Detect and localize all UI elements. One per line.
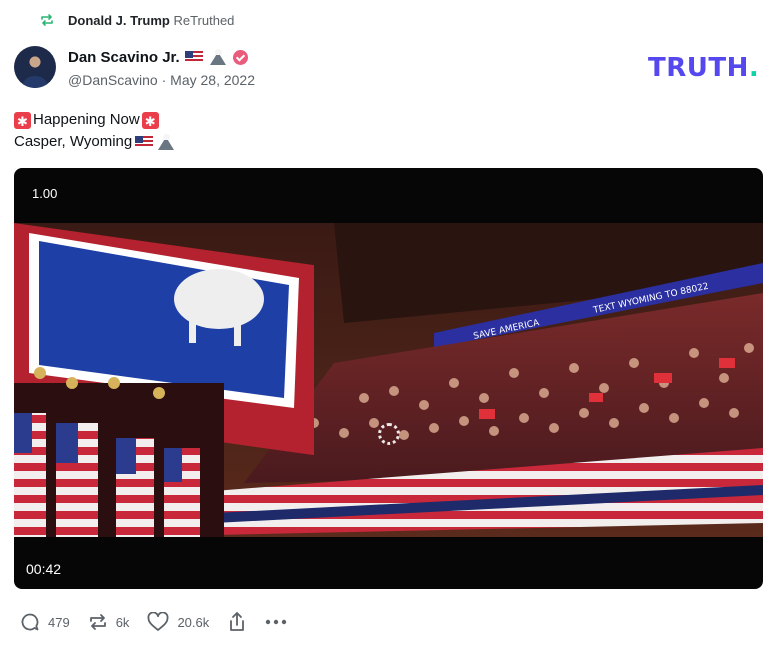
meta-separator: ·: [161, 72, 167, 88]
logo-dot: .: [748, 53, 760, 83]
retruth-text: Donald J. Trump ReTruthed: [68, 13, 234, 28]
truth-post: Donald J. Trump ReTruthed Dan Scavino Jr…: [0, 0, 777, 646]
us-flag-emoji: [184, 51, 203, 63]
post-line-1: Happening Now: [14, 109, 175, 133]
rally-scene-image: SAVE AMERICA TEXT WYOMING TO 88022: [14, 223, 763, 537]
avatar[interactable]: [14, 46, 56, 88]
verified-badge-icon: [232, 49, 248, 65]
post-line-1-text: Happening Now: [33, 111, 140, 128]
post-date[interactable]: May 28, 2022: [170, 72, 255, 88]
us-flag-emoji: [135, 136, 154, 148]
share-icon: [230, 612, 245, 631]
reply-button[interactable]: 479: [20, 612, 70, 632]
post-line-2-text: Casper, Wyoming: [14, 133, 133, 150]
retruth-user[interactable]: Donald J. Trump: [68, 13, 170, 28]
retruth-icon: [41, 14, 53, 26]
mountain-emoji: [209, 49, 227, 65]
siren-emoji: [141, 111, 159, 133]
retruth-count: 6k: [115, 614, 130, 630]
author-meta: @DanScavino · May 28, 2022: [68, 72, 255, 88]
retruth-icon: [89, 614, 106, 630]
video-duration: 00:42: [26, 561, 62, 577]
post-body: Happening Now Casper, Wyoming: [14, 109, 175, 153]
like-count: 20.6k: [177, 614, 210, 630]
more-button[interactable]: [265, 619, 287, 625]
retruth-button[interactable]: 6k: [88, 612, 130, 632]
mountain-emoji: [157, 134, 175, 150]
author-name-row: Dan Scavino Jr.: [68, 48, 248, 66]
reply-count: 479: [48, 614, 70, 630]
post-line-2: Casper, Wyoming: [14, 131, 175, 153]
share-button[interactable]: [227, 611, 247, 633]
action-bar: 479 6k 20.6k: [20, 610, 305, 634]
video-player[interactable]: 1.00 SAVE AMERICA TEXT WYOMING TO 88022 …: [14, 168, 763, 589]
reply-icon: [21, 613, 39, 631]
video-frame[interactable]: SAVE AMERICA TEXT WYOMING TO 88022: [14, 223, 763, 537]
heart-icon: [147, 612, 169, 631]
like-button[interactable]: 20.6k: [147, 612, 209, 632]
truth-logo[interactable]: TRUTH.: [648, 55, 759, 81]
playback-speed[interactable]: 1.00: [32, 186, 57, 201]
retruth-header: Donald J. Trump ReTruthed: [40, 11, 234, 29]
retruth-label: ReTruthed: [173, 12, 235, 28]
author-name[interactable]: Dan Scavino Jr.: [68, 49, 180, 66]
more-icon: [266, 619, 287, 625]
author-handle[interactable]: @DanScavino: [68, 72, 158, 88]
loading-spinner-icon: [378, 423, 400, 445]
siren-emoji: [14, 111, 31, 133]
logo-text: TRUTH: [648, 53, 749, 83]
